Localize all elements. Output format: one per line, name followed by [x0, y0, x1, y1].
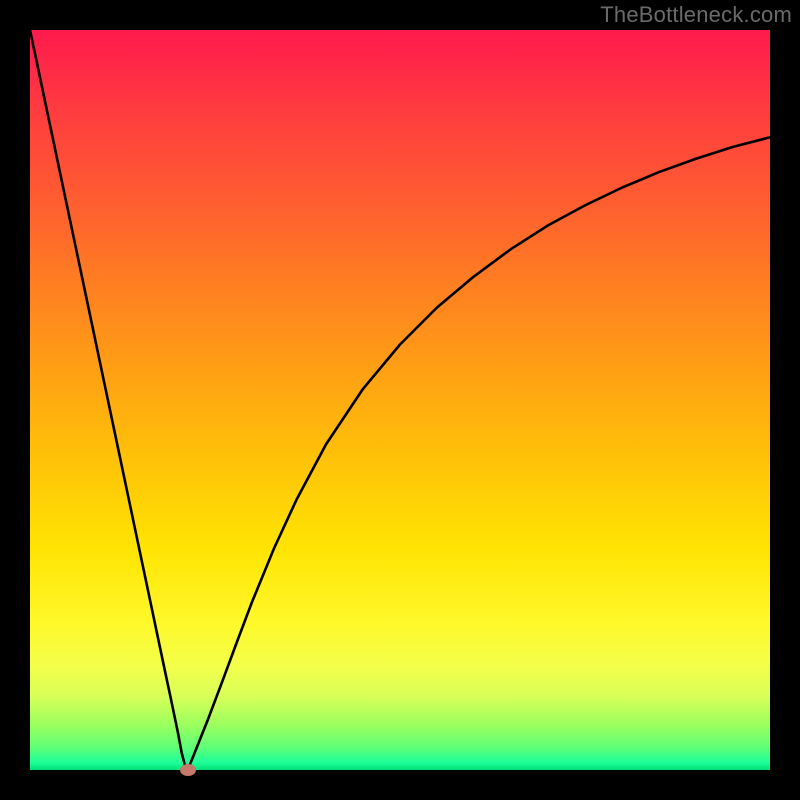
- bottleneck-curve: [30, 30, 770, 770]
- minimum-point-marker: [180, 764, 196, 776]
- plot-area: [30, 30, 770, 770]
- attribution-text: TheBottleneck.com: [600, 2, 792, 28]
- curve-path: [30, 30, 770, 770]
- chart-frame: TheBottleneck.com: [0, 0, 800, 800]
